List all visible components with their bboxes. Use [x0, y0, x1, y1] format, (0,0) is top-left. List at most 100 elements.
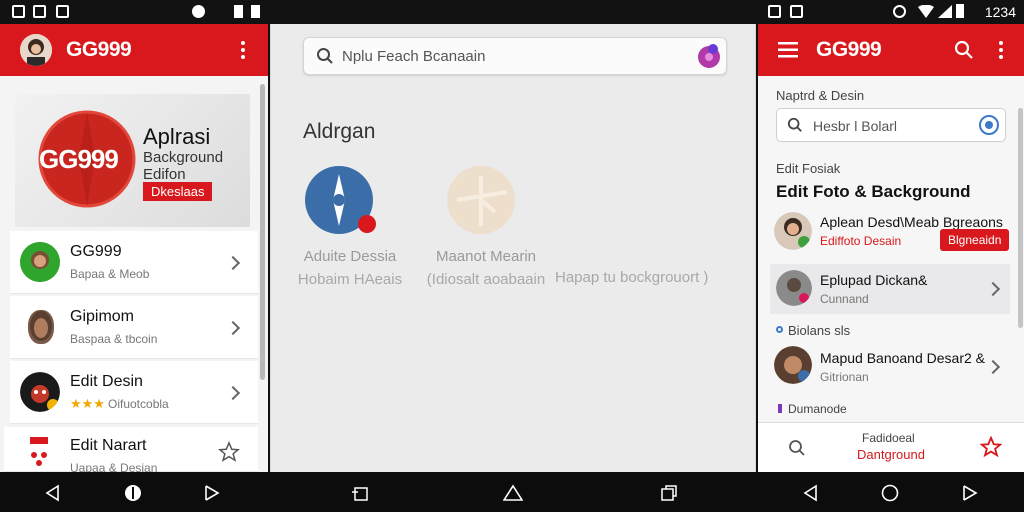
assistant-icon[interactable] [696, 43, 722, 69]
app-bar: GG999 [758, 24, 1024, 76]
more-options-icon[interactable] [999, 41, 1003, 62]
avatar [774, 346, 812, 384]
search-icon [316, 47, 334, 65]
featured-item[interactable]: Aplean Desd\Meab Bgreaons Ediffoto Desai… [770, 206, 1010, 258]
scrollbar[interactable] [260, 84, 265, 380]
more-options-icon[interactable] [241, 41, 245, 62]
search-placeholder: Nplu Feach Bcanaain [342, 48, 486, 65]
list-item[interactable]: Edit Desin ★★★ Oifuotcobla [10, 361, 258, 424]
app-title: GG999 [66, 38, 132, 61]
chevron-right-icon [985, 281, 1001, 297]
message-icon [56, 5, 69, 18]
item-subtitle: Baspaa & tbcoin [70, 332, 158, 346]
promo-banner[interactable]: GG999 Aplrasi Background Edifon Dkeslaas [15, 94, 250, 227]
signal-icon [938, 5, 952, 18]
notification-icon [12, 5, 25, 18]
scrollbar[interactable] [1018, 108, 1023, 328]
recents-icon[interactable] [660, 484, 678, 502]
search-input[interactable]: Hesbr l Bolarl [776, 108, 1006, 142]
search-input[interactable]: Nplu Feach Bcanaain [303, 37, 727, 75]
section-heading: Aldrgan [303, 120, 376, 143]
banner-title: Aplrasi [143, 124, 211, 149]
home-icon[interactable] [124, 484, 142, 502]
battery-icon-right [956, 4, 964, 18]
compass-faded-icon [447, 166, 515, 234]
chat-icon [790, 5, 803, 18]
list-item[interactable]: GG999 Bapaa & Meob [10, 231, 258, 294]
compass-app-icon [305, 166, 376, 234]
item-title: Eplupad Dickan& [820, 272, 928, 288]
star-outline-icon[interactable] [218, 441, 240, 463]
app-caption: Hapap tu bockgrouort ) [555, 269, 709, 286]
app-tile-2[interactable]: Maanot Mearin (Idiosalt aoabaain [411, 166, 561, 288]
section-title: Edit Foto & Background [776, 182, 971, 201]
left-screen: GG999 GG999 Aplrasi Background Edifon Dk… [0, 24, 268, 472]
featured-line1: Aplean Desd\Meab Bgreaons [820, 214, 1003, 230]
banner-logo-text: GG999 [39, 144, 119, 174]
app-tile-1[interactable]: Aduite Dessia Hobaim HAeais [293, 166, 413, 288]
alarm-icon-right [893, 5, 906, 18]
status-bar: 1234 [0, 0, 1024, 24]
item-subtitle: Oifuotcobla [108, 397, 169, 411]
avatar [20, 372, 60, 412]
item-subtitle: Uapaa & Desian [70, 461, 158, 472]
back-square-icon[interactable] [352, 484, 370, 502]
recents-icon[interactable] [204, 484, 222, 502]
banner-tag: Dkeslaas [143, 182, 213, 201]
chevron-right-icon [985, 359, 1001, 375]
item-subtitle: Cunnand [820, 292, 869, 306]
menu-icon[interactable] [778, 42, 798, 58]
section-dot-icon [776, 326, 783, 333]
home-icon[interactable] [881, 484, 899, 502]
featured-action-button[interactable]: Blgneaidn [940, 229, 1010, 251]
voice-search-icon[interactable] [979, 115, 999, 135]
home-icon[interactable] [503, 484, 523, 502]
gallery-icon [33, 5, 46, 18]
battery-icon [234, 5, 243, 18]
app-bar: GG999 [0, 24, 268, 76]
chevron-right-icon [225, 320, 241, 336]
app-name: Aduite Dessia [303, 248, 397, 265]
item-title: Gipimom [70, 308, 135, 325]
banner-line3: Edifon [143, 166, 186, 183]
right-screen: GG999 Naptrd & Desin Hesbr l Bolarl Edit… [758, 24, 1024, 472]
item-subtitle: Bapaa & Meob [70, 267, 150, 281]
avatar [20, 242, 60, 282]
search-label: Naptrd & Desin [776, 88, 865, 103]
back-icon[interactable] [44, 484, 62, 502]
section-marker-icon [778, 404, 782, 413]
wifi-icon [918, 5, 934, 18]
section-label: Biolans sls [788, 323, 851, 338]
rating-stars-icon: ★★★ [70, 396, 105, 411]
back-icon[interactable] [802, 484, 820, 502]
app-subtitle: (Idiosalt aoabaain [426, 271, 546, 288]
search-placeholder: Hesbr l Bolarl [813, 118, 898, 134]
alarm-icon [192, 5, 205, 18]
list-item[interactable]: Mapud Banoand Desar2 & Gitrionan [770, 342, 1010, 394]
search-icon[interactable] [788, 439, 806, 457]
clock-time: 1234 [984, 4, 1016, 20]
list-item[interactable]: Eplupad Dickan& Cunnand [770, 264, 1010, 314]
featured-line2: Ediffoto Desain [820, 234, 902, 248]
item-subtitle: Gitrionan [820, 370, 869, 384]
list-item[interactable]: Gipimom Baspaa & tbcoin [10, 296, 258, 359]
avatar [776, 270, 812, 306]
profile-avatar[interactable] [20, 34, 52, 66]
app-subtitle: Hobaim HAeais [297, 271, 403, 288]
item-title: Edit Narart [70, 437, 147, 454]
star-outline-icon[interactable] [980, 436, 1002, 458]
search-icon [787, 117, 803, 133]
bottom-label-top: Fadidoeal [862, 431, 915, 445]
section-label: Edit Fosiak [776, 161, 841, 176]
section-label: Dumanode [788, 402, 847, 416]
app-name: Maanot Mearin [435, 248, 537, 265]
battery-icon-2 [251, 5, 260, 18]
item-title: GG999 [70, 243, 122, 260]
bottom-label[interactable]: Dantground [857, 447, 925, 462]
search-icon[interactable] [954, 40, 974, 60]
item-title: Edit Desin [70, 373, 143, 390]
photo-icon [768, 5, 781, 18]
recents-icon[interactable] [962, 484, 980, 502]
list-item[interactable]: Edit Narart Uapaa & Desian [4, 427, 258, 472]
item-title: Mapud Banoand Desar2 & [820, 350, 985, 366]
